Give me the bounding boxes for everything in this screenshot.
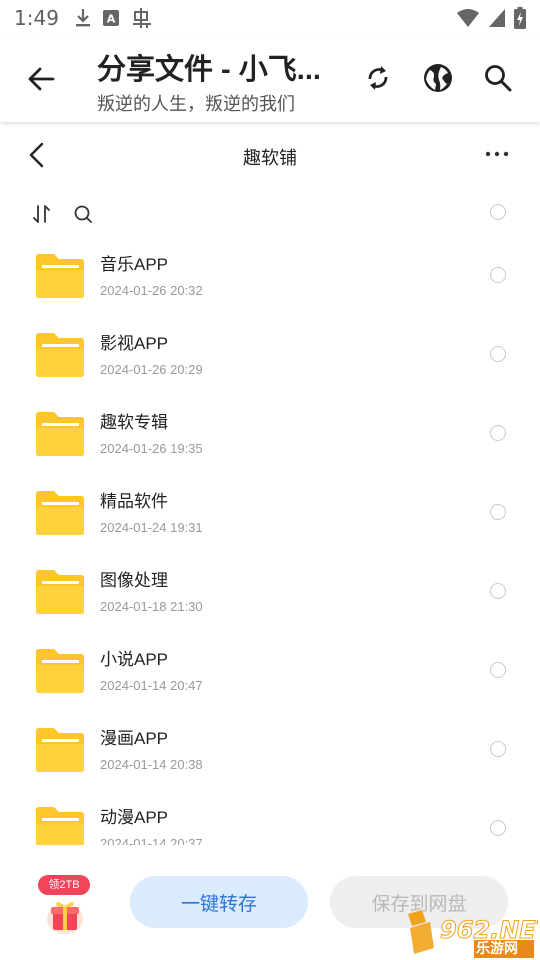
folder-icon bbox=[36, 728, 84, 772]
file-date: 2024-01-14 20:37 bbox=[100, 836, 203, 845]
file-name: 趣软专辑 bbox=[100, 413, 168, 432]
svg-text:A: A bbox=[107, 13, 116, 26]
list-item[interactable]: 趣软专辑 2024-01-26 19:35 bbox=[0, 393, 540, 472]
gift-promo[interactable]: 领2TB bbox=[38, 875, 92, 939]
status-bar: 1:49 A bbox=[0, 0, 540, 36]
file-name: 精品软件 bbox=[100, 492, 168, 511]
watermark-sub: 乐游网 bbox=[476, 940, 518, 956]
file-name: 小说APP bbox=[100, 650, 169, 669]
folder-icon bbox=[36, 333, 84, 377]
list-item[interactable]: 小说APP 2024-01-14 20:47 bbox=[0, 630, 540, 709]
folder-icon bbox=[36, 412, 84, 456]
back-arrow-icon[interactable] bbox=[26, 64, 56, 94]
select-radio[interactable] bbox=[490, 741, 506, 757]
list-item[interactable]: 影视APP 2024-01-26 20:29 bbox=[0, 314, 540, 393]
folder-title: 趣软铺 bbox=[243, 148, 297, 168]
file-name: 影视APP bbox=[100, 334, 169, 353]
search-icon[interactable] bbox=[482, 62, 514, 94]
folder-icon bbox=[36, 491, 84, 535]
file-date: 2024-01-26 20:29 bbox=[100, 362, 203, 377]
file-date: 2024-01-26 20:32 bbox=[100, 283, 203, 298]
select-radio[interactable] bbox=[490, 267, 506, 283]
file-date: 2024-01-14 20:47 bbox=[100, 678, 203, 693]
folder-icon bbox=[36, 570, 84, 614]
gift-badge: 领2TB bbox=[38, 875, 90, 895]
sort-icon[interactable] bbox=[32, 204, 52, 224]
select-radio[interactable] bbox=[490, 820, 506, 836]
file-date: 2024-01-14 20:38 bbox=[100, 757, 203, 772]
select-all-radio[interactable] bbox=[490, 204, 506, 220]
file-list: 音乐APP 2024-01-26 20:32 影视APP 2024-01-26 … bbox=[0, 235, 540, 845]
bug-icon bbox=[132, 8, 151, 28]
page-title: 分享文件 - 小飞... bbox=[97, 54, 321, 86]
status-time: 1:49 bbox=[14, 6, 59, 30]
file-date: 2024-01-18 21:30 bbox=[100, 599, 203, 614]
list-item[interactable]: 精品软件 2024-01-24 19:31 bbox=[0, 472, 540, 551]
signal-icon bbox=[489, 9, 505, 27]
list-search-icon[interactable] bbox=[72, 203, 94, 225]
status-left-icons: A bbox=[75, 7, 153, 29]
folder-icon bbox=[36, 807, 84, 845]
select-radio[interactable] bbox=[490, 662, 506, 678]
file-name: 音乐APP bbox=[100, 255, 169, 274]
list-toolbar bbox=[0, 196, 540, 232]
folder-header: 趣软铺 bbox=[0, 130, 540, 180]
select-radio[interactable] bbox=[490, 583, 506, 599]
wifi-icon bbox=[457, 9, 479, 27]
refresh-icon[interactable] bbox=[362, 62, 394, 94]
select-radio[interactable] bbox=[490, 504, 506, 520]
select-radio[interactable] bbox=[490, 346, 506, 362]
download-icon bbox=[75, 9, 90, 27]
folder-icon bbox=[36, 649, 84, 693]
app-bar: 分享文件 - 小飞... 叛逆的人生，叛逆的我们 bbox=[0, 36, 540, 122]
list-item[interactable]: 动漫APP 2024-01-14 20:37 bbox=[0, 788, 540, 845]
list-item[interactable]: 音乐APP 2024-01-26 20:32 bbox=[0, 235, 540, 314]
battery-icon bbox=[514, 7, 526, 29]
list-item[interactable]: 漫画APP 2024-01-14 20:38 bbox=[0, 709, 540, 788]
more-options-icon[interactable] bbox=[484, 144, 510, 164]
one-click-save-button[interactable]: 一键转存 bbox=[130, 876, 308, 928]
select-radio[interactable] bbox=[490, 425, 506, 441]
a-box-icon: A bbox=[102, 10, 119, 26]
list-item[interactable]: 图像处理 2024-01-18 21:30 bbox=[0, 551, 540, 630]
file-date: 2024-01-24 19:31 bbox=[100, 520, 203, 535]
watermark-logo: 962.NET 乐游网 bbox=[400, 908, 540, 958]
folder-icon bbox=[36, 254, 84, 298]
page-subtitle: 叛逆的人生，叛逆的我们 bbox=[97, 94, 295, 114]
file-name: 动漫APP bbox=[100, 808, 169, 827]
file-date: 2024-01-26 19:35 bbox=[100, 441, 203, 456]
file-name: 漫画APP bbox=[100, 729, 169, 748]
gift-box-icon bbox=[47, 902, 83, 934]
globe-icon[interactable] bbox=[422, 62, 454, 94]
status-right-icons bbox=[456, 7, 526, 29]
file-name: 图像处理 bbox=[100, 571, 168, 590]
